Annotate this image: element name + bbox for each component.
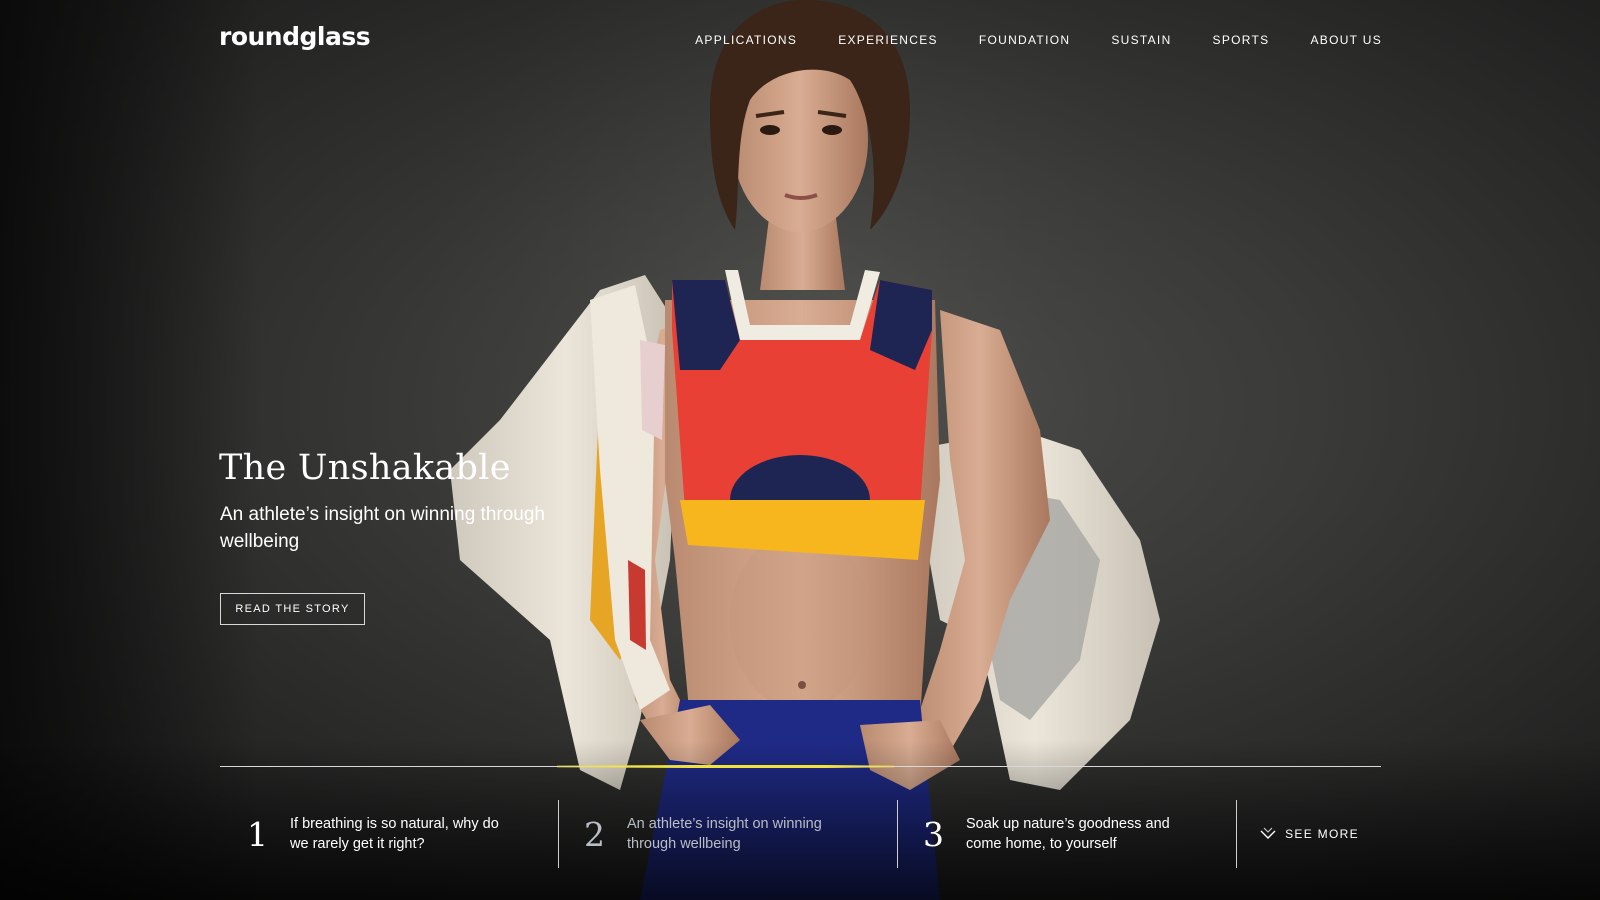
story-strip: 1 If breathing is so natural, why do we … (220, 800, 1381, 868)
nav-item-sports[interactable]: SPORTS (1213, 33, 1270, 47)
nav-item-about-us[interactable]: ABOUT US (1310, 33, 1382, 47)
story-text: If breathing is so natural, why do we ra… (290, 816, 499, 852)
chevron-down-icon (1260, 827, 1276, 839)
see-more-label: SEE MORE (1285, 827, 1359, 841)
roundglass-logo[interactable]: roundglass (219, 22, 371, 51)
hero-subtitle: An athlete’s insight on winning through … (220, 504, 545, 552)
story-number: 1 (247, 814, 268, 854)
carousel-progress-fill (557, 765, 894, 768)
story-item-1[interactable]: 1 If breathing is so natural, why do we … (220, 800, 558, 868)
nav-item-sustain[interactable]: SUSTAIN (1111, 33, 1171, 47)
story-text: An athlete’s insight on winning through … (627, 816, 822, 852)
carousel-progress-track (220, 765, 1381, 768)
story-item-3[interactable]: 3 Soak up nature’s goodness and come hom… (897, 800, 1236, 868)
story-item-2[interactable]: 2 An athlete’s insight on winning throug… (558, 800, 897, 868)
hero-page: roundglass APPLICATIONS EXPERIENCES FOUN… (0, 0, 1600, 900)
story-number: 2 (584, 814, 605, 854)
story-number: 3 (923, 814, 944, 854)
nav-item-foundation[interactable]: FOUNDATION (979, 33, 1070, 47)
read-the-story-button[interactable]: READ THE STORY (220, 593, 365, 625)
hero-title: The Unshakable (219, 448, 511, 488)
story-text: Soak up nature’s goodness and come home,… (966, 816, 1170, 852)
see-more-button[interactable]: SEE MORE (1236, 800, 1381, 868)
nav-item-experiences[interactable]: EXPERIENCES (838, 33, 938, 47)
nav-item-applications[interactable]: APPLICATIONS (695, 33, 797, 47)
main-nav: APPLICATIONS EXPERIENCES FOUNDATION SUST… (695, 33, 1382, 47)
